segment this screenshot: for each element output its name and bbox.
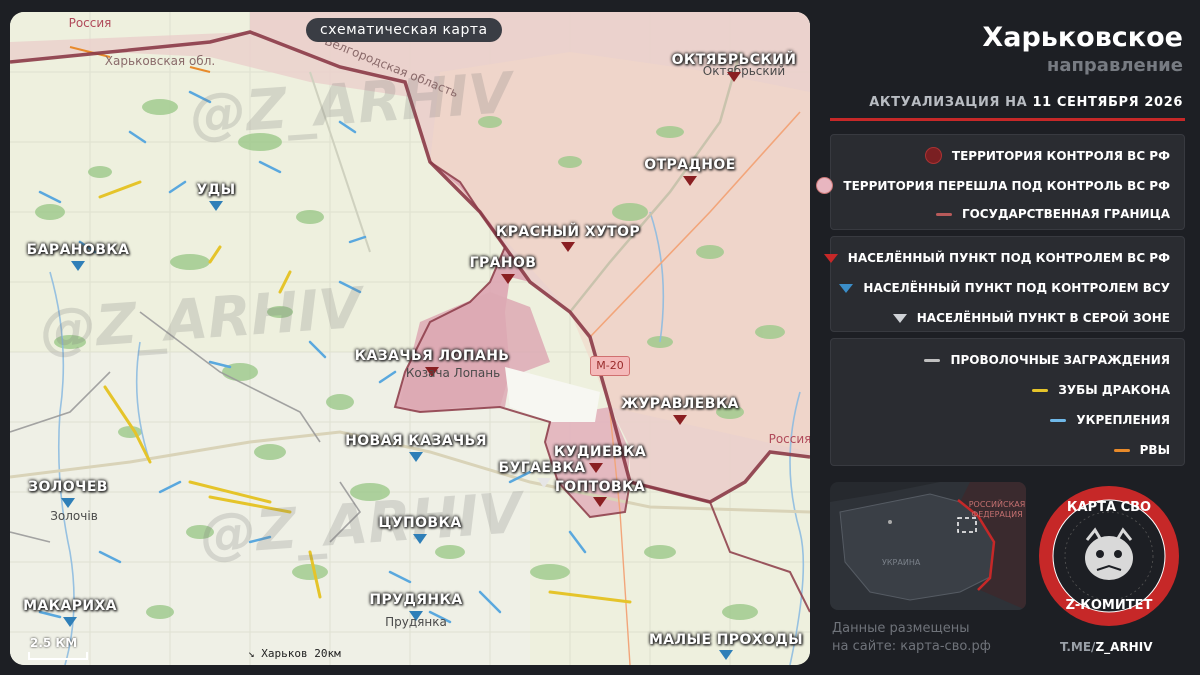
legend-item: НАСЕЛЁННЫЙ ПУНКТ В СЕРОЙ ЗОНЕ: [892, 311, 1170, 325]
logo: КАРТА СВО Z-КОМИТЕТ: [1035, 482, 1183, 630]
line-swatch-icon: [924, 358, 941, 362]
legend-item: НАСЕЛЁННЫЙ ПУНКТ ПОД КОНТРОЛЕМ ВС РФ: [823, 251, 1170, 265]
triangle-gray-icon: [892, 313, 907, 323]
title-divider: [830, 118, 1185, 121]
town-marker-ua: [719, 650, 733, 660]
region-label-kharkiv: Харьковская обл.: [104, 54, 216, 68]
legend-item: РВЫ: [1113, 443, 1170, 457]
town-label[interactable]: КУДИЕВКА: [554, 444, 646, 460]
town-marker-ru: [727, 72, 741, 82]
town-marker-ru: [501, 274, 515, 284]
inset-russia-label: РОССИЙСКАЯ ФЕДЕРАЦИЯ: [968, 500, 1026, 519]
circle-swatch-icon: [924, 147, 942, 164]
map-title: схематическая карта: [306, 18, 502, 42]
legend-panel: Харьковское направление АКТУАЛИЗАЦИЯ НА …: [816, 10, 1195, 670]
town-label[interactable]: КРАСНЫЙ ХУТОР: [496, 224, 640, 240]
town-label[interactable]: ЦУПОВКА: [378, 515, 461, 531]
legend-label: ЗУБЫ ДРАКОНА: [1058, 383, 1170, 397]
circle-swatch-icon: [816, 177, 834, 194]
date-value: 11 СЕНТЯБРЯ 2026: [1032, 95, 1183, 110]
town-label[interactable]: НОВАЯ КАЗАЧЬЯ: [345, 433, 487, 449]
town-label[interactable]: ГОПТОВКА: [555, 479, 645, 495]
logo-top-text: КАРТА СВО: [1066, 500, 1152, 515]
legend-item: ГОСУДАРСТВЕННАЯ ГРАНИЦА: [935, 207, 1170, 221]
line-swatch-icon: [1032, 388, 1049, 392]
legend-item: ТЕРРИТОРИЯ КОНТРОЛЯ ВС РФ: [924, 147, 1170, 164]
telegram-handle: Z_ARHIV: [1095, 640, 1153, 654]
town-marker-ua: [209, 201, 223, 211]
update-date: АКТУАЛИЗАЦИЯ НА 11 СЕНТЯБРЯ 2026: [869, 95, 1183, 110]
town-marker-ua: [63, 617, 77, 627]
legend-item: ПРОВОЛОЧНЫЕ ЗАГРАЖДЕНИЯ: [924, 353, 1170, 367]
town-label[interactable]: ГРАНОВ: [470, 255, 537, 271]
triangle-blue-icon: [839, 283, 854, 293]
line-swatch-icon: [1050, 418, 1067, 422]
line-swatch-icon: [935, 212, 952, 216]
legend-label: НАСЕЛЁННЫЙ ПУНКТ ПОД КОНТРОЛЕМ ВС РФ: [847, 251, 1170, 265]
town-label[interactable]: МАЛЫЕ ПРОХОДЫ: [649, 632, 803, 648]
town-marker-ua: [61, 498, 75, 508]
town-label[interactable]: КАЗАЧЬЯ ЛОПАНЬ: [355, 348, 510, 364]
legend-label: ТЕРРИТОРИЯ ПЕРЕШЛА ПОД КОНТРОЛЬ ВС РФ: [843, 178, 1170, 193]
region-label-russia: Россия: [68, 16, 112, 30]
telegram-link[interactable]: T.ME/Z_ARHIV: [1060, 640, 1152, 654]
town-sublabel: Золочів: [50, 509, 98, 523]
panel-title: Харьковское: [982, 22, 1183, 53]
footer-line: Данные размещены: [832, 621, 970, 636]
town-marker-ru: [673, 415, 687, 425]
town-marker-ru: [589, 463, 603, 473]
legend-label: ГОСУДАРСТВЕННАЯ ГРАНИЦА: [961, 207, 1170, 221]
inset-overview-map[interactable]: РОССИЙСКАЯ ФЕДЕРАЦИЯ УКРАИНА: [830, 482, 1026, 610]
line-swatch-icon: [1113, 448, 1130, 452]
town-label[interactable]: ОТРАДНОЕ: [644, 157, 735, 173]
legend-item: ЗУБЫ ДРАКОНА: [1032, 383, 1170, 397]
logo-bottom-text: Z-КОМИТЕТ: [1065, 598, 1153, 613]
town-marker-ua: [71, 261, 85, 271]
legend-item: НАСЕЛЁННЫЙ ПУНКТ ПОД КОНТРОЛЕМ ВСУ: [839, 281, 1170, 295]
direction-note: ↘ Харьков 20км: [248, 647, 341, 660]
inset-ukraine-label: УКРАИНА: [882, 558, 921, 567]
telegram-prefix: T.ME/: [1060, 640, 1096, 654]
legend-label: ПРОВОЛОЧНЫЕ ЗАГРАЖДЕНИЯ: [950, 353, 1170, 367]
map-canvas[interactable]: @Z_ARHIV @Z_ARHIV @Z_ARHIV Россия Белгор…: [10, 12, 810, 665]
arrow-icon: ↘: [248, 647, 262, 660]
town-label[interactable]: БУГАЕВКА: [499, 460, 586, 476]
town-marker-gray: [537, 478, 551, 488]
town-label[interactable]: ПРУДЯНКА: [369, 592, 462, 608]
legend-item: ТЕРРИТОРИЯ ПЕРЕШЛА ПОД КОНТРОЛЬ ВС РФ: [816, 177, 1170, 194]
scale-bar: [28, 652, 88, 660]
footer-note: Данные размещены на сайте: карта-сво.рф: [832, 620, 991, 656]
scale-label: 2.5 КМ: [30, 636, 78, 650]
town-label[interactable]: ЗОЛОЧЕВ: [28, 479, 108, 495]
triangle-red-icon: [823, 253, 838, 263]
legend-item: УКРЕПЛЕНИЯ: [1050, 413, 1170, 427]
legend-label: НАСЕЛЁННЫЙ ПУНКТ В СЕРОЙ ЗОНЕ: [916, 311, 1170, 325]
direction-note-text: Харьков 20км: [261, 647, 341, 660]
town-label[interactable]: БАРАНОВКА: [27, 242, 130, 258]
legend-label: НАСЕЛЁННЫЙ ПУНКТ ПОД КОНТРОЛЕМ ВСУ: [863, 281, 1170, 295]
legend-label: УКРЕПЛЕНИЯ: [1076, 413, 1170, 427]
town-marker-ua: [409, 452, 423, 462]
town-sublabel: Прудянка: [385, 615, 447, 629]
town-label[interactable]: ЖУРАВЛЕВКА: [621, 396, 739, 412]
legend-label: РВЫ: [1139, 443, 1170, 457]
legend-territory: ТЕРРИТОРИЯ КОНТРОЛЯ ВС РФ ТЕРРИТОРИЯ ПЕР…: [816, 134, 1185, 230]
town-marker-ru: [561, 242, 575, 252]
legend-fortifications: ПРОВОЛОЧНЫЕ ЗАГРАЖДЕНИЯ ЗУБЫ ДРАКОНА УКР…: [830, 338, 1185, 466]
panel-subtitle: направление: [1046, 55, 1183, 76]
town-marker-ru: [683, 176, 697, 186]
town-marker-ru: [593, 497, 607, 507]
town-marker-ua: [413, 534, 427, 544]
town-sublabel: Козача Лопань: [405, 366, 501, 380]
town-label[interactable]: МАКАРИХА: [23, 598, 117, 614]
footer-line[interactable]: на сайте: карта-сво.рф: [832, 638, 991, 656]
region-label-russia-east: Россия: [768, 432, 810, 446]
town-sublabel: Октябрьский: [702, 64, 786, 78]
date-prefix: АКТУАЛИЗАЦИЯ НА: [869, 95, 1028, 110]
legend-label: ТЕРРИТОРИЯ КОНТРОЛЯ ВС РФ: [951, 148, 1170, 163]
town-label[interactable]: УДЫ: [197, 182, 236, 198]
legend-settlements: НАСЕЛЁННЫЙ ПУНКТ ПОД КОНТРОЛЕМ ВС РФ НАС…: [823, 236, 1185, 332]
road-label-m20: М-20: [590, 356, 630, 376]
